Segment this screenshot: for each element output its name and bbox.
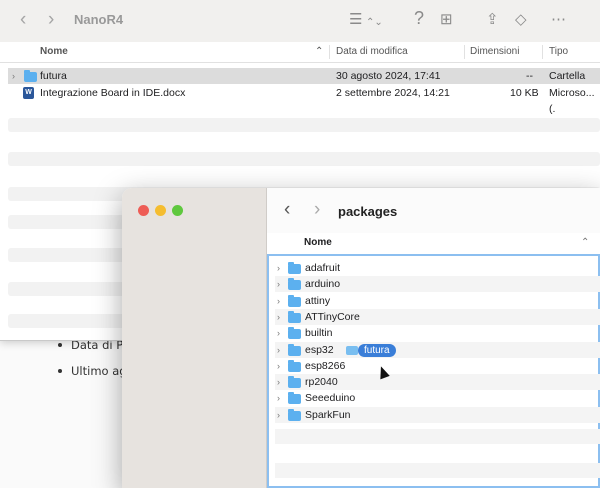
word-document-icon: W <box>23 87 34 99</box>
folder-row-adafruit[interactable]: › adafruit <box>275 260 600 276</box>
file-kind: Cartella <box>549 70 586 82</box>
file-list[interactable]: › adafruit › arduino › attiny › ATTinyCore › buil… <box>267 254 600 488</box>
disclosure-chevron-icon[interactable]: › <box>277 309 280 325</box>
file-name: futura <box>40 70 67 82</box>
disclosure-chevron-icon[interactable]: › <box>277 407 280 423</box>
folder-icon <box>288 392 301 405</box>
list-view-icon[interactable]: ☰ <box>349 11 362 29</box>
dragged-folder-icon <box>346 346 358 355</box>
help-icon[interactable]: ? <box>414 9 424 27</box>
zoom-button[interactable] <box>172 205 183 216</box>
folder-icon <box>288 376 301 389</box>
bullet-item: Ultimo ag <box>58 358 130 384</box>
folder-name: builtin <box>305 327 333 340</box>
folder-icon <box>288 262 301 274</box>
empty-row-stripe <box>275 429 600 444</box>
file-name: Integrazione Board in IDE.docx <box>40 87 186 99</box>
drag-label: futura <box>358 344 396 357</box>
column-header: Nome ⌃ Data di modifica Dimensioni Tipo <box>0 42 600 63</box>
folder-row-attinycore[interactable]: › ATTinyCore <box>275 308 600 325</box>
file-size: 10 KB <box>510 87 539 99</box>
sort-chevron-icon[interactable]: ⌃ <box>315 46 323 57</box>
folder-icon <box>288 278 301 291</box>
column-name[interactable]: Nome <box>40 46 68 57</box>
disclosure-chevron-icon[interactable]: › <box>277 358 280 374</box>
toolbar: ‹ › packages <box>267 188 600 234</box>
finder-window-packages: ‹ › packages Nome ⌃ › adafruit › arduino › at… <box>122 188 600 488</box>
file-row-futura[interactable]: › futura 30 agosto 2024, 17:41 -- Cartel… <box>8 68 600 84</box>
share-icon[interactable]: ⇪ <box>486 11 499 29</box>
disclosure-chevron-icon[interactable]: › <box>277 276 280 292</box>
folder-row-builtin[interactable]: › builtin <box>275 325 600 341</box>
toolbar: ‹ › NanoR4 ☰ ⌃⌄ ? ⊞ ⇪ ◇ ⋯ <box>0 0 600 43</box>
folder-icon <box>24 70 37 82</box>
disclosure-chevron-icon[interactable]: › <box>277 390 280 406</box>
folder-name: adafruit <box>305 262 341 274</box>
column-name[interactable]: Nome <box>304 237 332 248</box>
column-header: Nome ⌃ <box>267 233 600 254</box>
empty-row-stripe <box>275 463 600 478</box>
folder-name: esp32 <box>305 343 334 356</box>
file-row-docx[interactable]: W Integrazione Board in IDE.docx 2 sette… <box>8 85 600 115</box>
folder-row-arduino[interactable]: › arduino <box>275 276 600 293</box>
file-date: 2 settembre 2024, 14:21 <box>336 87 450 99</box>
folder-row-attiny[interactable]: › attiny <box>275 293 600 309</box>
disclosure-chevron-icon[interactable]: › <box>277 342 280 358</box>
disclosure-chevron-icon[interactable]: › <box>277 374 280 390</box>
file-size: -- <box>526 70 533 82</box>
file-kind: Microso...(. <box>549 87 595 115</box>
back-arrow-icon[interactable]: ‹ <box>20 10 26 30</box>
sidebar <box>122 188 267 488</box>
file-date: 30 agosto 2024, 17:41 <box>336 70 441 82</box>
empty-row-stripe <box>8 118 600 132</box>
folder-icon <box>288 408 301 421</box>
folder-icon <box>288 294 301 307</box>
sort-chevron-icon[interactable]: ⌃ <box>581 237 589 248</box>
forward-arrow-icon[interactable]: › <box>48 10 54 30</box>
column-modified[interactable]: Data di modifica <box>336 46 408 57</box>
back-arrow-icon[interactable]: ‹ <box>284 200 290 220</box>
column-size[interactable]: Dimensioni <box>470 46 519 57</box>
disclosure-chevron-icon[interactable]: › <box>277 293 280 309</box>
disclosure-chevron-icon[interactable]: › <box>12 68 15 84</box>
folder-name: rp2040 <box>305 376 338 389</box>
forward-arrow-icon[interactable]: › <box>314 200 320 220</box>
folder-row-rp2040[interactable]: › rp2040 <box>275 374 600 391</box>
empty-row-stripe <box>8 152 600 166</box>
more-options-icon[interactable]: ⋯ <box>551 11 566 29</box>
folder-row-esp8266[interactable]: › esp8266 <box>275 358 600 374</box>
folder-name: Seeeduino <box>305 392 356 405</box>
folder-icon <box>288 327 301 340</box>
folder-icon <box>288 343 301 356</box>
folder-row-seeeduino[interactable]: › Seeeduino <box>275 390 600 406</box>
folder-name: attiny <box>305 294 331 307</box>
folder-icon <box>288 310 301 323</box>
column-kind[interactable]: Tipo <box>549 46 568 57</box>
grid-view-icon[interactable]: ⊞ <box>440 11 453 29</box>
folder-icon <box>288 359 301 372</box>
window-title: packages <box>338 204 398 219</box>
folder-row-esp32[interactable]: › esp32 <box>275 341 600 358</box>
folder-name: esp8266 <box>305 359 346 372</box>
minimize-button[interactable] <box>155 205 166 216</box>
close-button[interactable] <box>138 205 149 216</box>
folder-name: ATTinyCore <box>305 310 360 323</box>
disclosure-chevron-icon[interactable]: › <box>277 325 280 341</box>
window-title: NanoR4 <box>74 12 124 27</box>
folder-name: arduino <box>305 278 341 291</box>
folder-name: SparkFun <box>305 408 351 421</box>
disclosure-chevron-icon[interactable]: › <box>277 260 280 276</box>
tag-icon[interactable]: ◇ <box>515 11 527 29</box>
folder-row-sparkfun[interactable]: › SparkFun <box>275 406 600 423</box>
chevron-updown-icon[interactable]: ⌃⌄ <box>366 14 383 32</box>
